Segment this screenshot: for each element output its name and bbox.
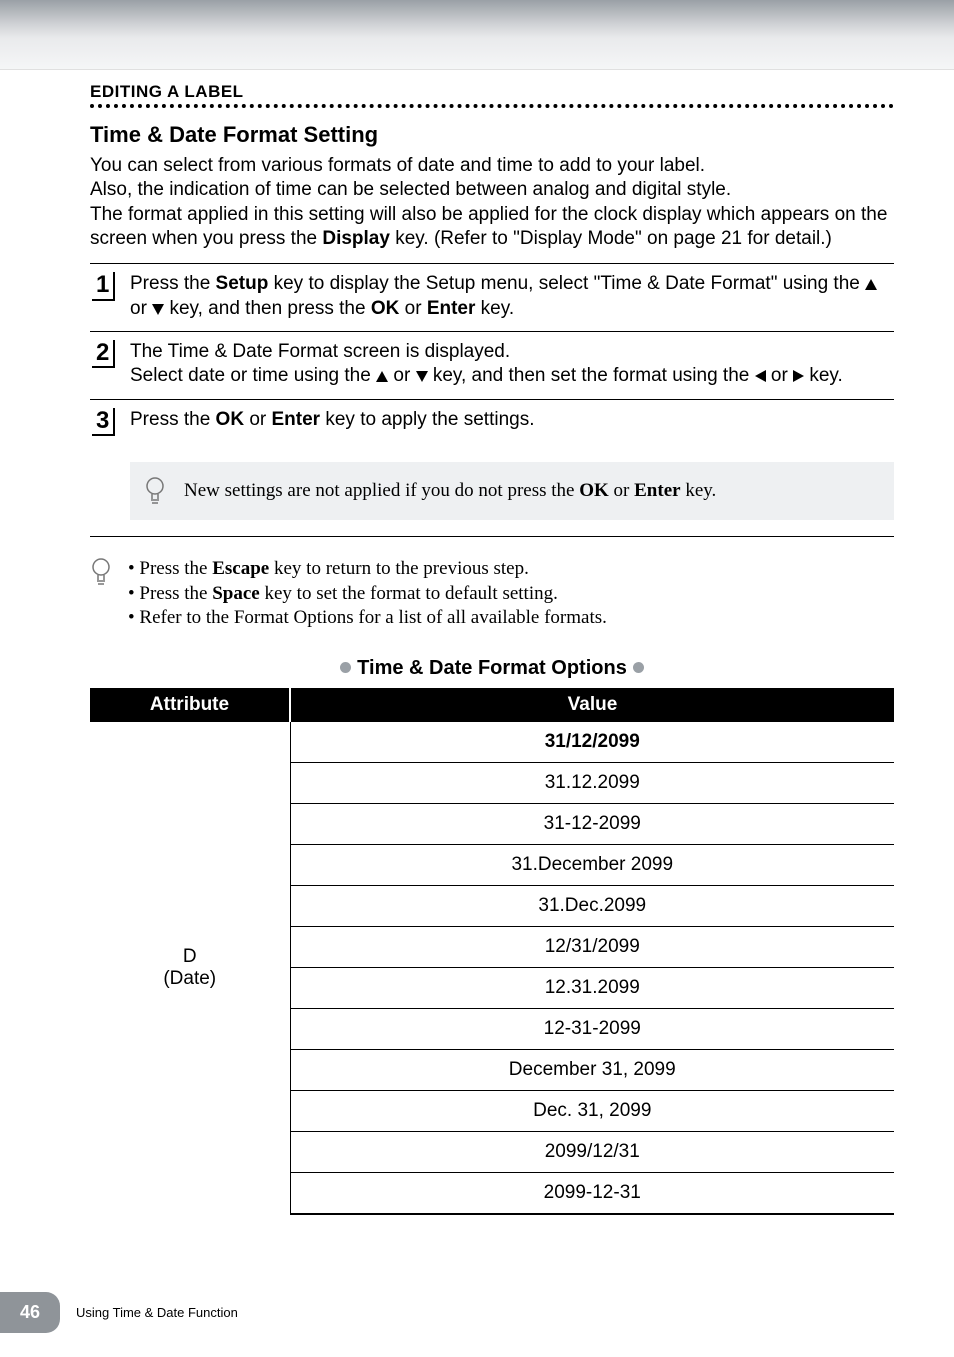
note-item: Press the Space key to set the format to… (128, 582, 607, 607)
intro-line-2: Also, the indication of time can be sele… (90, 179, 731, 200)
step-number-2: 2 (92, 340, 115, 368)
step-3: 3 Press the OK or Enter key to apply the… (90, 400, 894, 446)
value-cell: 12.31.2099 (290, 967, 894, 1008)
display-key: Display (322, 228, 390, 249)
step-1-text: Press the Setup key to display the Setup… (130, 272, 894, 321)
ok-key: OK (216, 409, 245, 430)
footer-text: Using Time & Date Function (76, 1305, 238, 1320)
step-2-text: The Time & Date Format screen is display… (130, 340, 843, 389)
col-header-value: Value (290, 688, 894, 722)
dotted-rule (90, 104, 894, 108)
section-heading: EDITING A LABEL (90, 82, 894, 102)
tip-box: New settings are not applied if you do n… (130, 462, 894, 520)
intro-line-3b: key. (Refer to "Display Mode" on page 21… (390, 228, 832, 249)
enter-key: Enter (272, 409, 321, 430)
col-header-attribute: Attribute (90, 688, 290, 722)
value-cell: December 31, 2099 (290, 1049, 894, 1090)
step-number-1: 1 (92, 272, 115, 300)
triangle-right-icon (793, 370, 804, 382)
step-2: 2 The Time & Date Format screen is displ… (90, 332, 894, 400)
escape-key: Escape (212, 558, 269, 579)
notes-block: Press the Escape key to return to the pr… (90, 557, 894, 631)
table-caption: Time & Date Format Options (328, 657, 656, 680)
space-key: Space (212, 583, 260, 604)
triangle-down-icon (152, 304, 164, 315)
header-gradient (0, 0, 954, 70)
page-number: 46 (0, 1292, 60, 1333)
ok-key: OK (579, 480, 609, 501)
note-item: Refer to the Format Options for a list o… (128, 606, 607, 631)
format-options-table: Attribute Value D(Date) 31/12/2099 31.12… (90, 688, 894, 1215)
value-cell: Dec. 31, 2099 (290, 1090, 894, 1131)
tip-text: New settings are not applied if you do n… (184, 480, 716, 502)
intro-line-1: You can select from various formats of d… (90, 155, 705, 176)
notes-list: Press the Escape key to return to the pr… (128, 557, 607, 631)
lightbulb-icon (90, 557, 116, 631)
triangle-up-icon (376, 371, 388, 382)
step-number-3: 3 (92, 408, 115, 436)
enter-key: Enter (427, 298, 476, 319)
step-list: 1 Press the Setup key to display the Set… (90, 263, 894, 537)
value-cell: 2099/12/31 (290, 1131, 894, 1172)
triangle-down-icon (416, 371, 428, 382)
triangle-left-icon (755, 370, 766, 382)
value-cell: 31.12.2099 (290, 762, 894, 803)
value-cell: 2099-12-31 (290, 1172, 894, 1214)
intro-paragraph: You can select from various formats of d… (90, 154, 894, 251)
value-cell: 12/31/2099 (290, 926, 894, 967)
triangle-up-icon (865, 279, 877, 290)
setup-key: Setup (216, 273, 269, 294)
enter-key: Enter (634, 480, 680, 501)
value-cell: 31.December 2099 (290, 844, 894, 885)
step-3-text: Press the OK or Enter key to apply the s… (130, 408, 534, 436)
value-cell: 31-12-2099 (290, 803, 894, 844)
attribute-cell: D(Date) (90, 722, 290, 1214)
lightbulb-icon (144, 476, 170, 506)
divider (90, 536, 894, 537)
step-1: 1 Press the Setup key to display the Set… (90, 264, 894, 332)
page-footer: 46 Using Time & Date Function (0, 1292, 238, 1333)
page-title: Time & Date Format Setting (90, 122, 894, 148)
value-cell: 31.Dec.2099 (290, 885, 894, 926)
value-cell: 12-31-2099 (290, 1008, 894, 1049)
value-cell: 31/12/2099 (290, 722, 894, 763)
note-item: Press the Escape key to return to the pr… (128, 557, 607, 582)
ok-key: OK (371, 298, 400, 319)
